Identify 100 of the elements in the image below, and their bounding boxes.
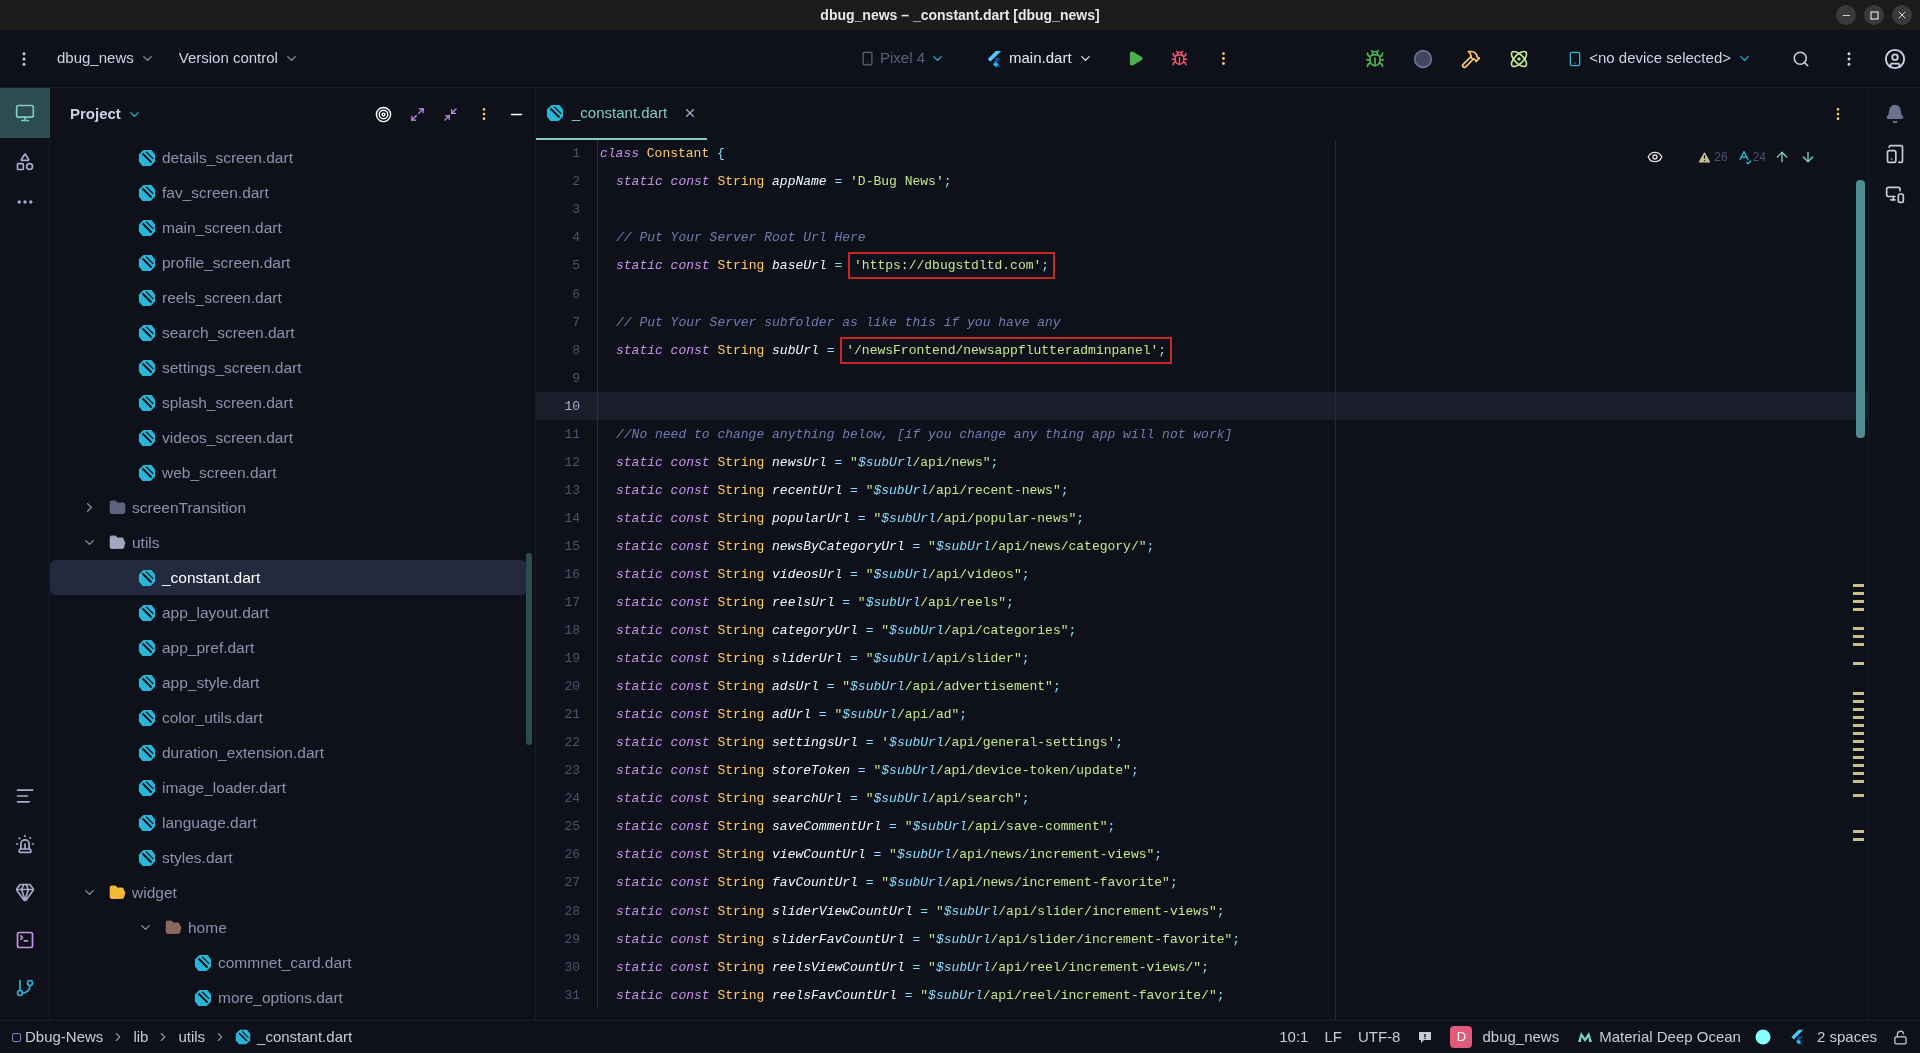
- gem-icon[interactable]: [14, 882, 35, 902]
- dart-file-icon: [138, 848, 156, 867]
- project-badge: D: [1450, 1026, 1473, 1048]
- code-line: static const String reelsFavCountUrl = "$subUrl/api/reel/increment-favorite/";: [616, 986, 1225, 1005]
- locate-icon[interactable]: [375, 105, 392, 123]
- lock-icon[interactable]: [1893, 1029, 1908, 1045]
- code-line: static const String adUrl = "$subUrl/api/ad";: [616, 706, 968, 725]
- tree-item[interactable]: splash_screen.dart: [50, 385, 527, 420]
- expand-icon[interactable]: [410, 106, 425, 122]
- line-number: 11: [563, 425, 580, 444]
- tree-item[interactable]: app_layout.dart: [50, 595, 527, 630]
- device-manager-icon[interactable]: [1884, 144, 1905, 164]
- previous-icon[interactable]: [1774, 149, 1790, 165]
- dart-file-icon: [138, 288, 156, 307]
- tree-item[interactable]: profile_screen.dart: [50, 245, 527, 280]
- tree-folder[interactable]: widget: [50, 875, 527, 910]
- tree-item[interactable]: app_style.dart: [50, 665, 527, 700]
- code-line: static const String newsByCategoryUrl = "$subUrl/api/news/category/";: [616, 537, 1155, 556]
- tree-item[interactable]: fav_screen.dart: [50, 175, 527, 210]
- running-devices-icon[interactable]: [1884, 184, 1905, 204]
- editor-tab[interactable]: _constant.dart: [536, 88, 708, 140]
- line-number: 3: [571, 201, 580, 220]
- tree-folder[interactable]: utils: [50, 525, 527, 560]
- tree-item[interactable]: styles.dart: [50, 840, 527, 875]
- code-line: static const String recentUrl = "$subUrl/api/recent-news";: [616, 481, 1069, 500]
- tree-item[interactable]: image_loader.dart: [50, 770, 527, 805]
- git-branch-icon[interactable]: [14, 978, 35, 998]
- line-number: 14: [563, 509, 580, 528]
- code-line: static const String subUrl = '/newsFrontend/newsappflutteradminpanel';: [616, 340, 1171, 361]
- line-number: 8: [571, 341, 580, 360]
- theme-icon[interactable]: [1577, 1031, 1594, 1043]
- bug-icon[interactable]: [1365, 48, 1386, 69]
- tree-item[interactable]: web_screen.dart: [50, 455, 527, 490]
- next-icon[interactable]: [1800, 149, 1816, 165]
- breadcrumb[interactable]: utils: [178, 1025, 206, 1049]
- tree-item[interactable]: language.dart: [50, 805, 527, 840]
- code-line: static const String viewCountUrl = "$subUrl/api/news/increment-views";: [616, 846, 1163, 865]
- device-dropdown[interactable]: <no device selected>: [1567, 47, 1752, 70]
- tree-item[interactable]: main_screen.dart: [50, 210, 527, 245]
- panel-title-dropdown[interactable]: Project: [70, 102, 142, 126]
- project-name[interactable]: dbug_news: [1482, 1025, 1560, 1049]
- siren-icon[interactable]: [14, 834, 35, 854]
- close-button[interactable]: [1892, 5, 1912, 25]
- tree-item[interactable]: app_pref.dart: [50, 630, 527, 665]
- typo-count: 24: [1752, 149, 1766, 166]
- line-number: 17: [563, 594, 580, 612]
- encoding[interactable]: UTF-8: [1357, 1025, 1401, 1049]
- debug-icon[interactable]: [1170, 50, 1188, 67]
- breadcrumb[interactable]: lib: [133, 1025, 149, 1049]
- tree-item[interactable]: search_screen.dart: [50, 315, 527, 350]
- dart-file-icon: [138, 183, 156, 202]
- line-number: 27: [563, 874, 580, 893]
- warning-icon[interactable]: [1697, 149, 1713, 165]
- code-line: static const String appName = 'D-Bug News';: [616, 173, 952, 192]
- tree-folder[interactable]: home: [50, 910, 527, 945]
- notifications-icon[interactable]: [1884, 104, 1905, 124]
- dart-file-icon: [138, 463, 156, 482]
- dart-file-icon: [194, 988, 212, 1007]
- maximize-icon: [1869, 10, 1879, 20]
- code-line: class Constant {: [600, 145, 725, 164]
- tree-item[interactable]: settings_screen.dart: [50, 350, 527, 385]
- line-number: 31: [563, 986, 580, 1005]
- indent-setting[interactable]: 2 spaces: [1816, 1025, 1877, 1049]
- structure-icon[interactable]: [14, 786, 35, 806]
- atom-icon[interactable]: [1509, 48, 1530, 69]
- run-config-dropdown[interactable]: main.dart: [985, 47, 1093, 70]
- circle-icon[interactable]: [1413, 48, 1434, 69]
- workspace-selector[interactable]: dbug_news: [57, 47, 155, 70]
- hammer-icon[interactable]: [1461, 48, 1482, 69]
- dart-file-icon: [138, 148, 156, 167]
- breadcrumb[interactable]: _constant.dart: [257, 1025, 353, 1049]
- tree-item[interactable]: details_screen.dart: [50, 140, 527, 175]
- tree-item[interactable]: _constant.dart: [50, 560, 527, 595]
- dart-file-icon: [138, 568, 156, 587]
- line-number: 23: [563, 762, 580, 781]
- tree-folder[interactable]: screenTransition: [50, 490, 527, 525]
- dart-file-icon: [138, 323, 156, 342]
- eye-icon[interactable]: [1647, 149, 1664, 165]
- account-icon[interactable]: [1884, 47, 1906, 70]
- maximize-button[interactable]: [1864, 5, 1884, 25]
- cursor-position[interactable]: 10:1: [1279, 1025, 1309, 1049]
- tree-item[interactable]: videos_screen.dart: [50, 420, 527, 455]
- tree-item[interactable]: duration_extension.dart: [50, 735, 527, 770]
- line-number: 19: [563, 650, 580, 669]
- theme-name[interactable]: Material Deep Ocean: [1599, 1025, 1741, 1049]
- comment-icon[interactable]: [1418, 1030, 1433, 1044]
- terminal-icon[interactable]: [14, 930, 35, 950]
- dart-file-icon: [138, 743, 156, 762]
- project-tool-button[interactable]: [0, 88, 50, 138]
- dart-file-icon: [138, 603, 156, 622]
- collapse-icon[interactable]: [443, 106, 458, 122]
- shapes-icon[interactable]: [14, 152, 35, 172]
- tree-item[interactable]: more_options.dart: [50, 980, 527, 1015]
- tree-item[interactable]: color_utils.dart: [50, 700, 527, 735]
- breadcrumb[interactable]: Dbug-News: [25, 1025, 104, 1049]
- vcs-dropdown[interactable]: Version control: [178, 47, 299, 70]
- tree-item[interactable]: commnet_card.dart: [50, 945, 527, 980]
- tree-item[interactable]: reels_screen.dart: [50, 280, 527, 315]
- line-separator[interactable]: LF: [1324, 1025, 1342, 1049]
- search-icon[interactable]: [1792, 49, 1810, 68]
